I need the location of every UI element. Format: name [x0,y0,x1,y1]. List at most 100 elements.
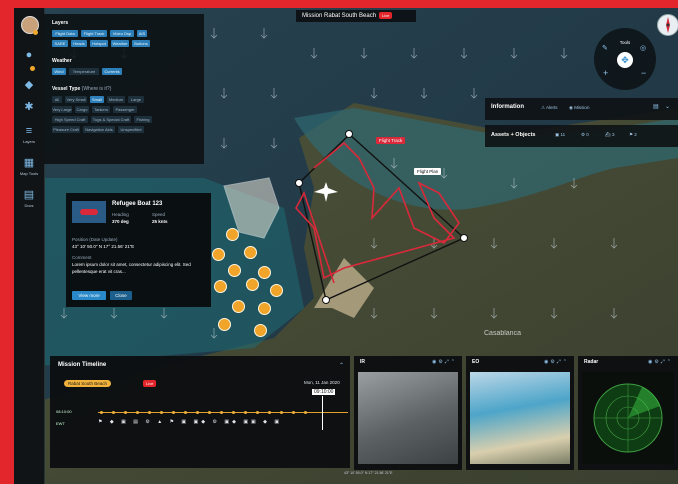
tab-mission[interactable]: ◉ Mission [569,105,589,111]
vessel-chip[interactable]: Pleasure Craft [52,126,80,133]
draw-icon[interactable]: ✎ [602,44,608,52]
waypoint[interactable] [345,130,353,138]
vessel-chip[interactable]: Small [90,96,104,103]
chevron-down-icon[interactable]: ⌄ [665,103,670,110]
zoom-in-icon[interactable]: + [603,68,608,78]
information-title: Information [491,104,524,110]
asset-count[interactable]: ⚑ 2 [629,132,637,138]
asset-count[interactable]: ⛴ 3 [605,132,614,138]
vessel-chip[interactable]: High Speed Craft [52,116,88,123]
notification-dot [33,30,38,35]
camera-toolbar[interactable]: ◉⚙⤢⌃ [544,359,569,365]
ir-title: IR [360,359,365,365]
radar-title: Radar [584,359,599,365]
position-label: Position (Date Update) [72,237,118,242]
vessel-chip[interactable]: Very Small [65,96,87,103]
vessel-chip[interactable]: Very Large [52,106,72,113]
vessel-chip[interactable]: Passenger [113,106,137,113]
tab-alerts[interactable]: ⚠ Alerts [541,105,558,111]
weather-chip[interactable]: Wind [52,68,66,75]
place-label: Casablanca [484,330,521,337]
vessel-chip[interactable]: Fishing [134,116,152,123]
information-panel: Information ⚠ Alerts ◉ Mission ▤ ⌄ [485,98,678,120]
vessel-chip[interactable]: Tugs & Special Craft [91,116,131,123]
timeline-live-badge: Live [143,380,157,387]
radar-display[interactable] [582,372,674,464]
vessel-type-title: Vessel Type (Where is it?) [52,86,112,92]
vessel-marker[interactable] [214,280,227,293]
timeline-title: Mission Timeline [58,362,107,368]
heading-label: Heading [112,212,129,217]
eo-camera-window: EO ◉⚙⤢⌃ [466,356,574,470]
camera-toolbar[interactable]: ◉⚙⤢⌃ [648,359,673,365]
mission-chip[interactable]: Rabat South Beach [64,380,112,387]
view-more-button[interactable]: View more [72,291,106,300]
vessel-marker[interactable] [270,284,283,297]
vessel-chip[interactable]: Tankers [92,106,110,113]
vessel-marker[interactable] [232,300,245,313]
comment-label: Comment [72,255,92,260]
vessel-marker[interactable] [228,264,241,277]
locate-icon[interactable]: ✥ [617,52,633,68]
sidebar-item-docs[interactable]: Docs [14,203,44,208]
layer-chip[interactable]: Buttons [132,40,150,47]
layer-chip[interactable]: Heads [71,40,87,47]
assets-title: Assets + Objects [491,132,536,138]
vessel-chip[interactable]: Cargo [75,106,89,113]
weather-chip[interactable]: Currents [102,68,122,75]
layer-chip[interactable]: SARE [52,40,68,47]
settings-icon[interactable]: ✱ [22,100,36,114]
waypoint[interactable] [460,234,468,242]
notification-dot [30,66,35,71]
navigation-icon[interactable]: ◆ [22,78,36,92]
vessel-chip[interactable]: Large [128,96,144,103]
vessel-chip[interactable]: Navigation Aids [83,126,115,133]
timeline-time[interactable]: 09:10:00 [312,389,336,395]
vessel-marker[interactable] [258,266,271,279]
layer-chip[interactable]: Video Dsp [110,30,134,37]
layers-icon[interactable]: ≡ [22,124,36,138]
docs-icon[interactable]: ▤ [22,188,36,202]
collapse-icon[interactable]: ⌃ [339,362,344,369]
folder-icon[interactable]: ▤ [653,103,659,110]
asset-count[interactable]: ⚙ 0 [581,132,589,138]
zoom-out-icon[interactable]: − [641,68,646,78]
vessel-marker[interactable] [258,302,271,315]
live-badge: Live [379,12,393,19]
layer-chip[interactable]: Weather [111,40,129,47]
eo-video-feed[interactable] [470,372,570,464]
layer-chip[interactable]: Hotspot [90,40,108,47]
waypoint[interactable] [322,296,330,304]
vessel-marker[interactable] [254,324,267,337]
vessel-chip[interactable]: Medium [107,96,125,103]
eo-title: EO [472,359,480,365]
vessel-marker[interactable] [218,318,231,331]
vessel-marker[interactable] [244,246,257,259]
ir-video-feed[interactable] [358,372,458,464]
event-icons-row[interactable]: ⚑ ◆ ▣ ▤ ⚙ ▲ ⚑ ▣ ▣◆ ⚙ ▣◆ ▣▣ ◆ ▣ [98,419,282,425]
layer-chip[interactable]: Flight Data [52,30,78,37]
vessel-marker[interactable] [226,228,239,241]
vessel-chip[interactable]: Unspecified [118,126,144,133]
asset-count[interactable]: ▣ 11 [555,132,565,138]
sidebar-item-map-tools[interactable]: Map Tools [14,171,44,176]
waypoint[interactable] [295,179,303,187]
timeline-cursor[interactable] [322,396,323,430]
sidebar-item-layers[interactable]: Layers [14,139,44,144]
layer-chip[interactable]: AIS [137,30,147,37]
layers-title: Layers [52,20,69,26]
layer-chip[interactable]: Flight Track [81,30,107,37]
vessel-marker[interactable] [246,278,259,291]
vessel-marker[interactable] [212,248,225,261]
speed-value: 25 knts [152,219,168,224]
vessel-chip[interactable]: All [52,96,62,103]
close-button[interactable]: Close [110,291,132,300]
vessel-popup: Refugee Boat 123 Heading 370 deg Speed 2… [66,193,211,307]
compass-icon[interactable] [657,14,678,36]
map-tools-icon[interactable]: ▦ [22,156,36,170]
weather-chip[interactable]: Temperature [69,68,99,75]
target-icon[interactable]: ◎ [640,44,646,52]
camera-toolbar[interactable]: ◉⚙⤢⌃ [432,359,457,365]
alert-icon[interactable]: ● [22,48,36,62]
assets-panel: Assets + Objects ▣ 11 ⚙ 0 ⛴ 3 ⚑ 2 [485,125,678,147]
